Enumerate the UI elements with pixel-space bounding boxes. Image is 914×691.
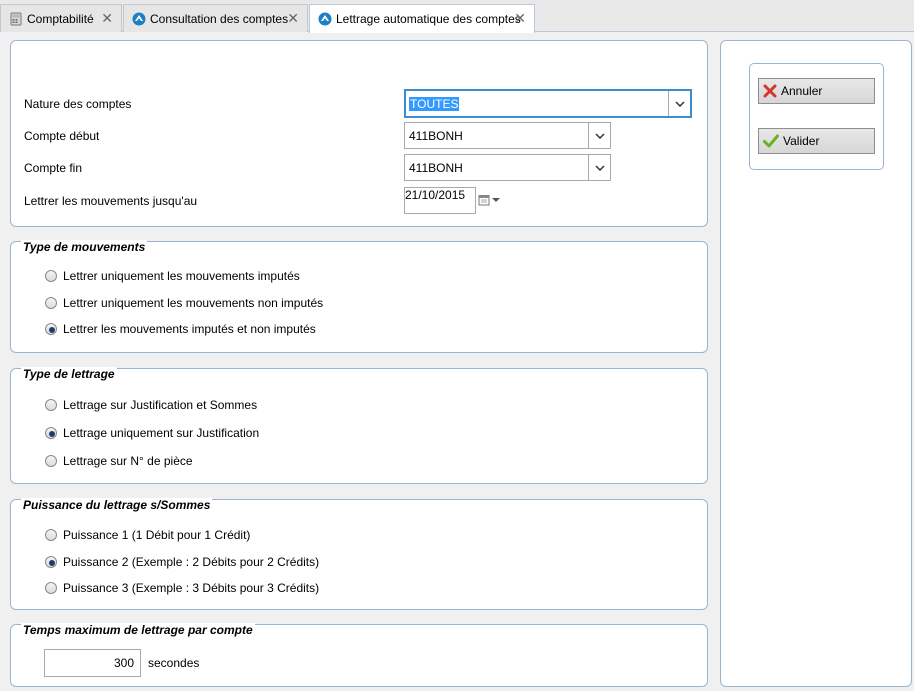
app-icon xyxy=(132,12,146,25)
tab-label: Lettrage automatique des comptes xyxy=(336,12,521,26)
compte-debut-label: Compte début xyxy=(24,129,100,143)
nature-combo[interactable]: TOUTES xyxy=(404,89,692,118)
app-icon xyxy=(318,12,332,26)
checkmark-icon xyxy=(763,134,779,148)
tab-comptabilite[interactable]: Comptabilité ✕ xyxy=(0,4,122,32)
radio-label: Puissance 2 (Exemple : 2 Débits pour 2 C… xyxy=(63,555,320,569)
compte-debut-combo[interactable]: 411BONH xyxy=(404,122,611,149)
criteria-panel: Nature des comptes TOUTES Compte début 4… xyxy=(10,40,708,227)
chevron-down-icon[interactable] xyxy=(668,91,690,116)
tab-consultation-comptes[interactable]: Consultation des comptes ✕ xyxy=(123,4,308,32)
compte-debut-value: 411BONH xyxy=(409,129,463,143)
radio-button[interactable] xyxy=(45,270,57,282)
radio-button[interactable] xyxy=(45,297,57,309)
radio-lettrage-justif[interactable]: Lettrage uniquement sur Justification xyxy=(45,426,259,440)
radio-label: Lettrer uniquement les mouvements non im… xyxy=(63,296,324,310)
radio-label: Lettrage uniquement sur Justification xyxy=(63,426,260,440)
nature-value: TOUTES xyxy=(409,97,460,111)
lettrer-date-input[interactable]: 21/10/2015 xyxy=(404,187,476,214)
temps-title: Temps maximum de lettrage par compte xyxy=(21,623,255,637)
nature-label: Nature des comptes xyxy=(24,97,132,111)
radio-mouvements-tous[interactable]: Lettrer les mouvements imputés et non im… xyxy=(45,322,316,336)
caret-down-icon xyxy=(492,198,500,202)
radio-label: Lettrage sur N° de pièce xyxy=(63,454,193,468)
temps-unit-label: secondes xyxy=(148,656,200,670)
radio-lettrage-justif-sommes[interactable]: Lettrage sur Justification et Sommes xyxy=(45,398,257,412)
type-lettrage-group: Type de lettrage Lettrage sur Justificat… xyxy=(10,367,708,484)
compte-fin-label: Compte fin xyxy=(24,161,83,175)
calculator-icon xyxy=(10,12,22,25)
lettrer-date-value: 21/10/2015 xyxy=(405,188,466,202)
radio-button[interactable] xyxy=(45,529,57,541)
temps-input[interactable]: 300 xyxy=(44,649,141,677)
radio-label: Lettrage sur Justification et Sommes xyxy=(63,398,258,412)
actions-box: Annuler Valider xyxy=(749,63,884,170)
radio-puissance-1[interactable]: Puissance 1 (1 Débit pour 1 Crédit) xyxy=(45,528,250,542)
puissance-title: Puissance du lettrage s/Sommes xyxy=(21,498,213,512)
radio-button[interactable] xyxy=(45,427,57,439)
actions-panel: Annuler Valider xyxy=(720,40,912,687)
type-mouvements-title: Type de mouvements xyxy=(21,240,148,254)
radio-mouvements-non-imputes[interactable]: Lettrer uniquement les mouvements non im… xyxy=(45,296,323,310)
radio-lettrage-piece[interactable]: Lettrage sur N° de pièce xyxy=(45,454,193,468)
calendar-icon xyxy=(478,195,490,206)
chevron-down-icon[interactable] xyxy=(588,123,610,148)
tab-lettrage-automatique[interactable]: Lettrage automatique des comptes ✕ xyxy=(309,4,535,33)
validate-label: Valider xyxy=(783,134,820,148)
radio-button[interactable] xyxy=(45,323,57,335)
lettrer-date-label: Lettrer les mouvements jusqu'au xyxy=(24,194,198,208)
radio-button[interactable] xyxy=(45,556,57,568)
radio-button[interactable] xyxy=(45,399,57,411)
radio-label: Puissance 1 (1 Débit pour 1 Crédit) xyxy=(63,528,251,542)
tab-label: Consultation des comptes xyxy=(150,11,289,26)
compte-fin-value: 411BONH xyxy=(409,161,463,175)
calendar-dropdown[interactable] xyxy=(478,194,500,206)
temps-group: Temps maximum de lettrage par compte 300… xyxy=(10,623,708,687)
compte-fin-combo[interactable]: 411BONH xyxy=(404,154,611,181)
tab-bar: Comptabilité ✕ Consultation des comptes … xyxy=(0,0,914,33)
cancel-button[interactable]: Annuler xyxy=(758,78,875,104)
validate-button[interactable]: Valider xyxy=(758,128,875,154)
radio-label: Puissance 3 (Exemple : 3 Débits pour 3 C… xyxy=(63,581,320,595)
close-icon[interactable]: ✕ xyxy=(287,10,299,27)
type-mouvements-group: Type de mouvements Lettrer uniquement le… xyxy=(10,240,708,353)
radio-puissance-3[interactable]: Puissance 3 (Exemple : 3 Débits pour 3 C… xyxy=(45,581,319,595)
radio-label: Lettrer les mouvements imputés et non im… xyxy=(63,322,316,336)
radio-puissance-2[interactable]: Puissance 2 (Exemple : 2 Débits pour 2 C… xyxy=(45,555,319,569)
cancel-icon xyxy=(763,84,777,98)
chevron-down-icon[interactable] xyxy=(588,155,610,180)
cancel-label: Annuler xyxy=(781,84,823,98)
radio-button[interactable] xyxy=(45,455,57,467)
radio-label: Lettrer uniquement les mouvements imputé… xyxy=(63,269,300,283)
close-icon[interactable]: ✕ xyxy=(101,10,113,27)
close-icon[interactable]: ✕ xyxy=(514,10,526,27)
puissance-group: Puissance du lettrage s/Sommes Puissance… xyxy=(10,498,708,610)
radio-button[interactable] xyxy=(45,582,57,594)
radio-mouvements-imputes[interactable]: Lettrer uniquement les mouvements imputé… xyxy=(45,269,300,283)
type-lettrage-title: Type de lettrage xyxy=(21,367,117,381)
tab-label: Comptabilité xyxy=(27,11,94,26)
